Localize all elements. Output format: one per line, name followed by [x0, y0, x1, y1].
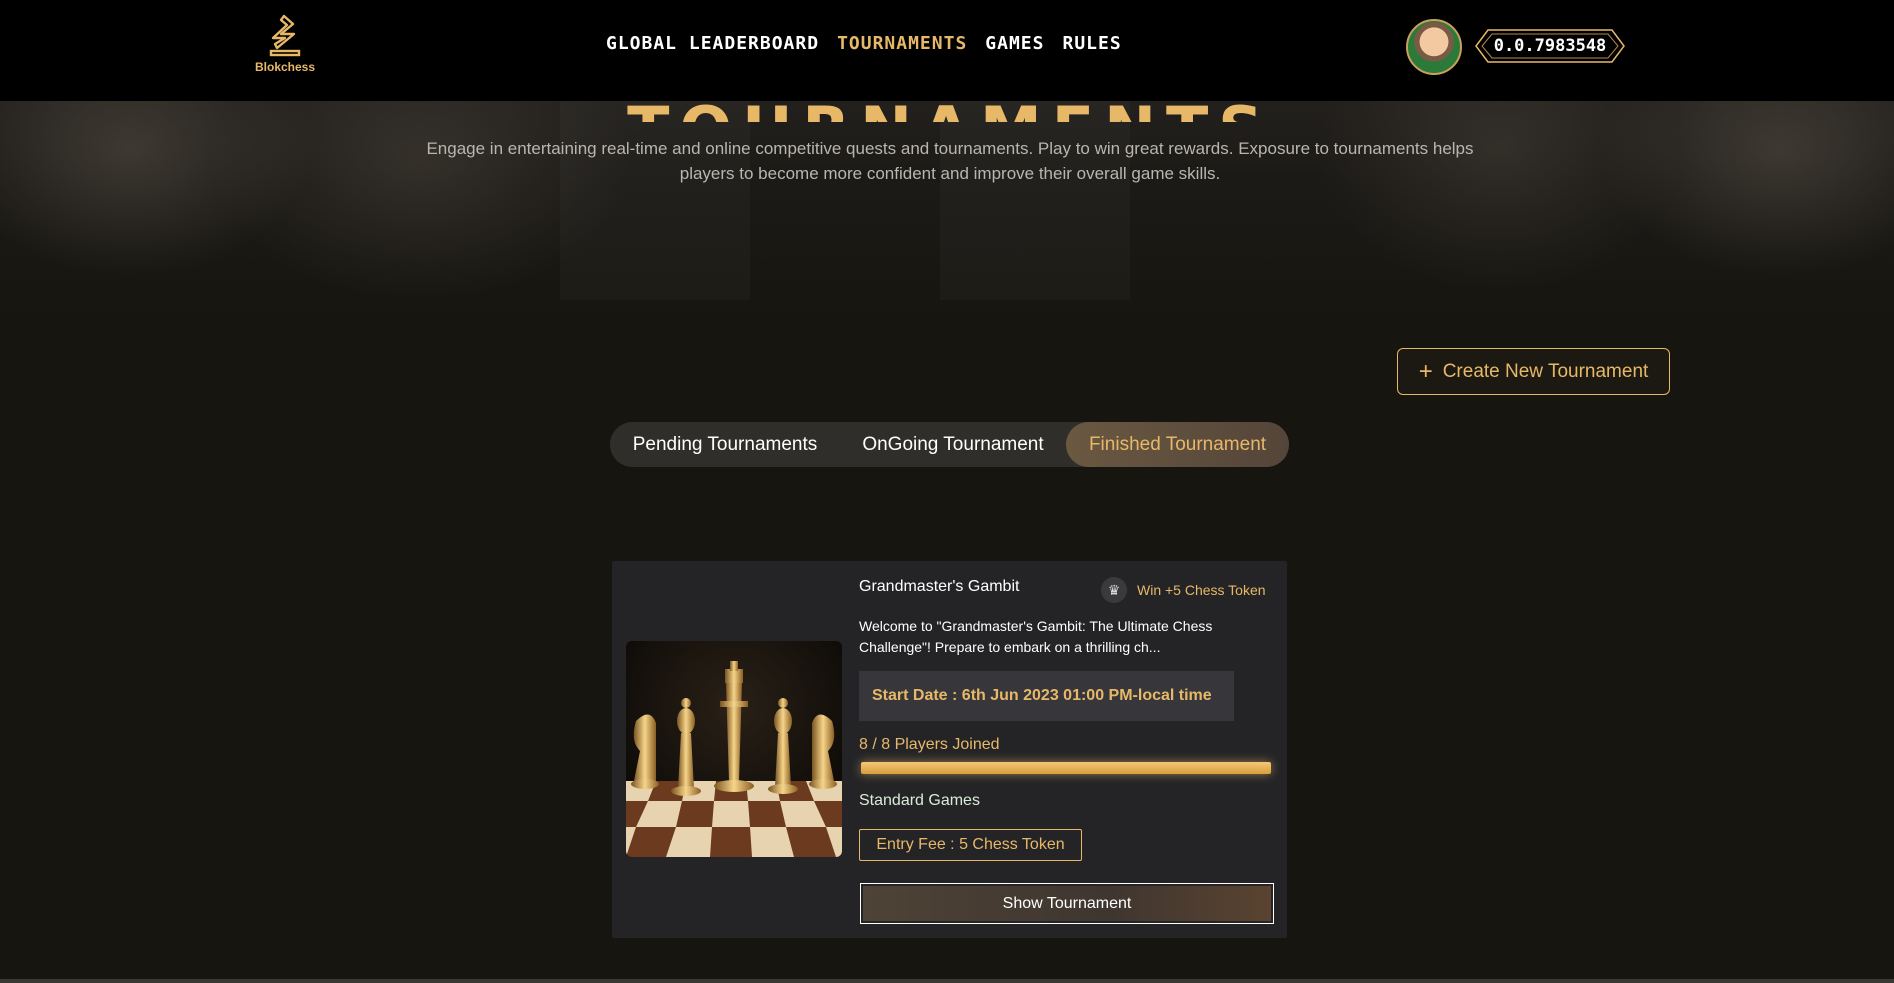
- nav-global-leaderboard[interactable]: Global Leaderboard: [606, 33, 819, 54]
- chess-pieces-image: [626, 641, 842, 857]
- tournament-title: Grandmaster's Gambit: [859, 578, 1020, 595]
- user-avatar[interactable]: [1406, 19, 1462, 75]
- nav-rules[interactable]: Rules: [1062, 33, 1121, 54]
- plus-icon: +: [1418, 357, 1433, 385]
- tab-ongoing[interactable]: OnGoing Tournament: [840, 422, 1066, 467]
- create-tournament-button[interactable]: + Create New Tournament: [1397, 348, 1670, 395]
- create-tournament-label: Create New Tournament: [1442, 360, 1649, 382]
- top-navbar: Blokchess Global Leaderboard Tournaments…: [0, 0, 1894, 101]
- nav-tournaments[interactable]: Tournaments: [837, 33, 967, 54]
- game-type: Standard Games: [859, 792, 980, 809]
- wallet-balance-badge[interactable]: 0.0.7983548: [1474, 28, 1626, 64]
- entry-fee-badge: Entry Fee : 5 Chess Token: [859, 829, 1082, 861]
- players-progress-fill: [861, 762, 1271, 774]
- reward-text: Win +5 Chess Token: [1137, 582, 1266, 598]
- start-date: Start Date : 6th Jun 2023 01:00 PM-local…: [859, 671, 1234, 721]
- show-tournament-button[interactable]: Show Tournament: [860, 883, 1274, 924]
- tournament-description: Welcome to "Grandmaster's Gambit: The Ul…: [859, 618, 1213, 655]
- hero-chessboard-decoration: [560, 100, 1320, 300]
- main-nav: Global Leaderboard Tournaments Games Rul…: [606, 33, 1122, 54]
- queen-icon: ♛: [1101, 577, 1127, 603]
- show-tournament-label: Show Tournament: [863, 886, 1271, 921]
- reward-badge: ♛ Win +5 Chess Token: [1101, 577, 1266, 603]
- knight-logo-icon: [269, 14, 301, 57]
- nav-games[interactable]: Games: [985, 33, 1044, 54]
- brand-logo[interactable]: Blokchess: [250, 14, 320, 74]
- tournament-tabs: Pending Tournaments OnGoing Tournament F…: [610, 422, 1289, 467]
- tournament-card: Grandmaster's Gambit ♛ Win +5 Chess Toke…: [612, 561, 1287, 938]
- tab-pending[interactable]: Pending Tournaments: [610, 422, 840, 467]
- tournament-image: [626, 641, 842, 857]
- players-progress-bar: [861, 762, 1271, 774]
- players-joined: 8 / 8 Players Joined: [859, 736, 1000, 753]
- balance-value: 0.0.7983548: [1493, 36, 1607, 56]
- hero-description: Engage in entertaining real-time and onl…: [426, 139, 1474, 183]
- brand-name: Blokchess: [254, 60, 316, 74]
- footer-divider: [0, 979, 1894, 983]
- tab-finished[interactable]: Finished Tournament: [1066, 422, 1289, 467]
